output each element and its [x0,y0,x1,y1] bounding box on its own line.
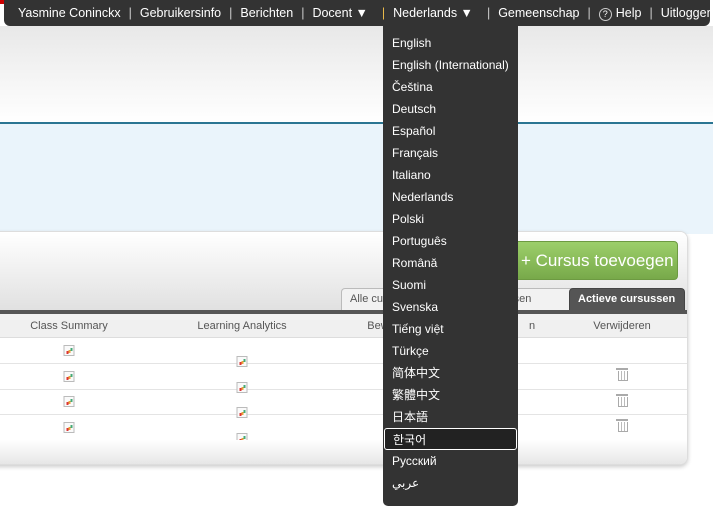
language-option[interactable]: Italiano [384,164,517,186]
language-option[interactable]: Português [384,230,517,252]
separator: | [587,6,591,20]
courses-panel: + Cursus toevoegen Alle cuussen Actieve … [0,231,688,465]
class-summary-chart-icon[interactable] [63,421,75,433]
separator: | [649,6,653,20]
panel-footer [0,440,687,464]
help-link[interactable]: ? Help [598,5,642,21]
table-header: Class Summary Learning Analytics Bew n V… [0,314,687,338]
teacher-menu[interactable]: Docent ▼ [312,6,367,20]
language-option[interactable]: Nederlands [384,186,517,208]
language-option[interactable]: Svenska [384,296,517,318]
profile-link[interactable]: Gebruikersinfo [140,6,221,20]
class-summary-chart-icon[interactable] [63,370,75,382]
language-option[interactable]: Français [384,142,517,164]
language-dropdown: English English (International) Čeština Deu… [383,25,518,506]
separator: | [301,6,305,20]
language-option[interactable]: 한국어 [384,428,517,450]
help-label: Help [615,5,642,20]
tab-active-courses[interactable]: Actieve cursussen [569,288,685,310]
tab-label: Alle cu [350,293,384,305]
language-option[interactable]: Türkçe [384,340,517,362]
user-name-link[interactable]: Yasmine Coninckx [18,6,121,20]
language-option[interactable]: Español [384,120,517,142]
community-link[interactable]: Gemeenschap [498,6,579,20]
table-row [0,339,687,381]
separator: | [486,6,491,20]
table-row [0,365,687,407]
separator: | [128,6,132,20]
language-option[interactable]: 简体中文 [384,362,517,384]
messages-link[interactable]: Berichten [240,6,293,20]
language-option[interactable]: Deutsch [384,98,517,120]
language-option[interactable]: Română [384,252,517,274]
table-row [0,416,687,458]
column-header[interactable]: Class Summary [30,320,108,332]
language-option[interactable]: Русский [384,450,517,472]
add-course-button[interactable]: + Cursus toevoegen [508,241,678,280]
language-option[interactable]: 繁體中文 [384,384,517,406]
page-header [0,26,713,123]
language-option[interactable]: Suomi [384,274,517,296]
language-option[interactable]: عربي [384,472,517,494]
language-option[interactable]: Tiếng việt [384,318,517,340]
language-option[interactable]: English [384,32,517,54]
language-option[interactable]: Čeština [384,76,517,98]
separator: | [229,6,233,20]
plus-icon: + [521,251,536,270]
column-header[interactable]: Learning Analytics [197,320,286,332]
separator: | [381,6,386,20]
content-background [0,124,713,234]
language-option[interactable]: 日本語 [384,406,517,428]
language-option[interactable]: Polski [384,208,517,230]
class-summary-chart-icon[interactable] [63,345,75,356]
language-menu[interactable]: Nederlands ▼ [393,6,473,20]
add-course-label: Cursus toevoegen [535,251,674,270]
table-row [0,390,687,432]
language-option[interactable]: English (International) [384,54,517,76]
column-header[interactable]: Verwijderen [593,320,650,332]
logout-link[interactable]: Uitloggen [661,6,713,20]
help-icon: ? [598,7,612,21]
column-header[interactable]: n [529,320,535,332]
top-navigation: Yasmine Coninckx | Gebruikersinfo | Berich… [4,0,713,26]
class-summary-chart-icon[interactable] [63,396,75,407]
